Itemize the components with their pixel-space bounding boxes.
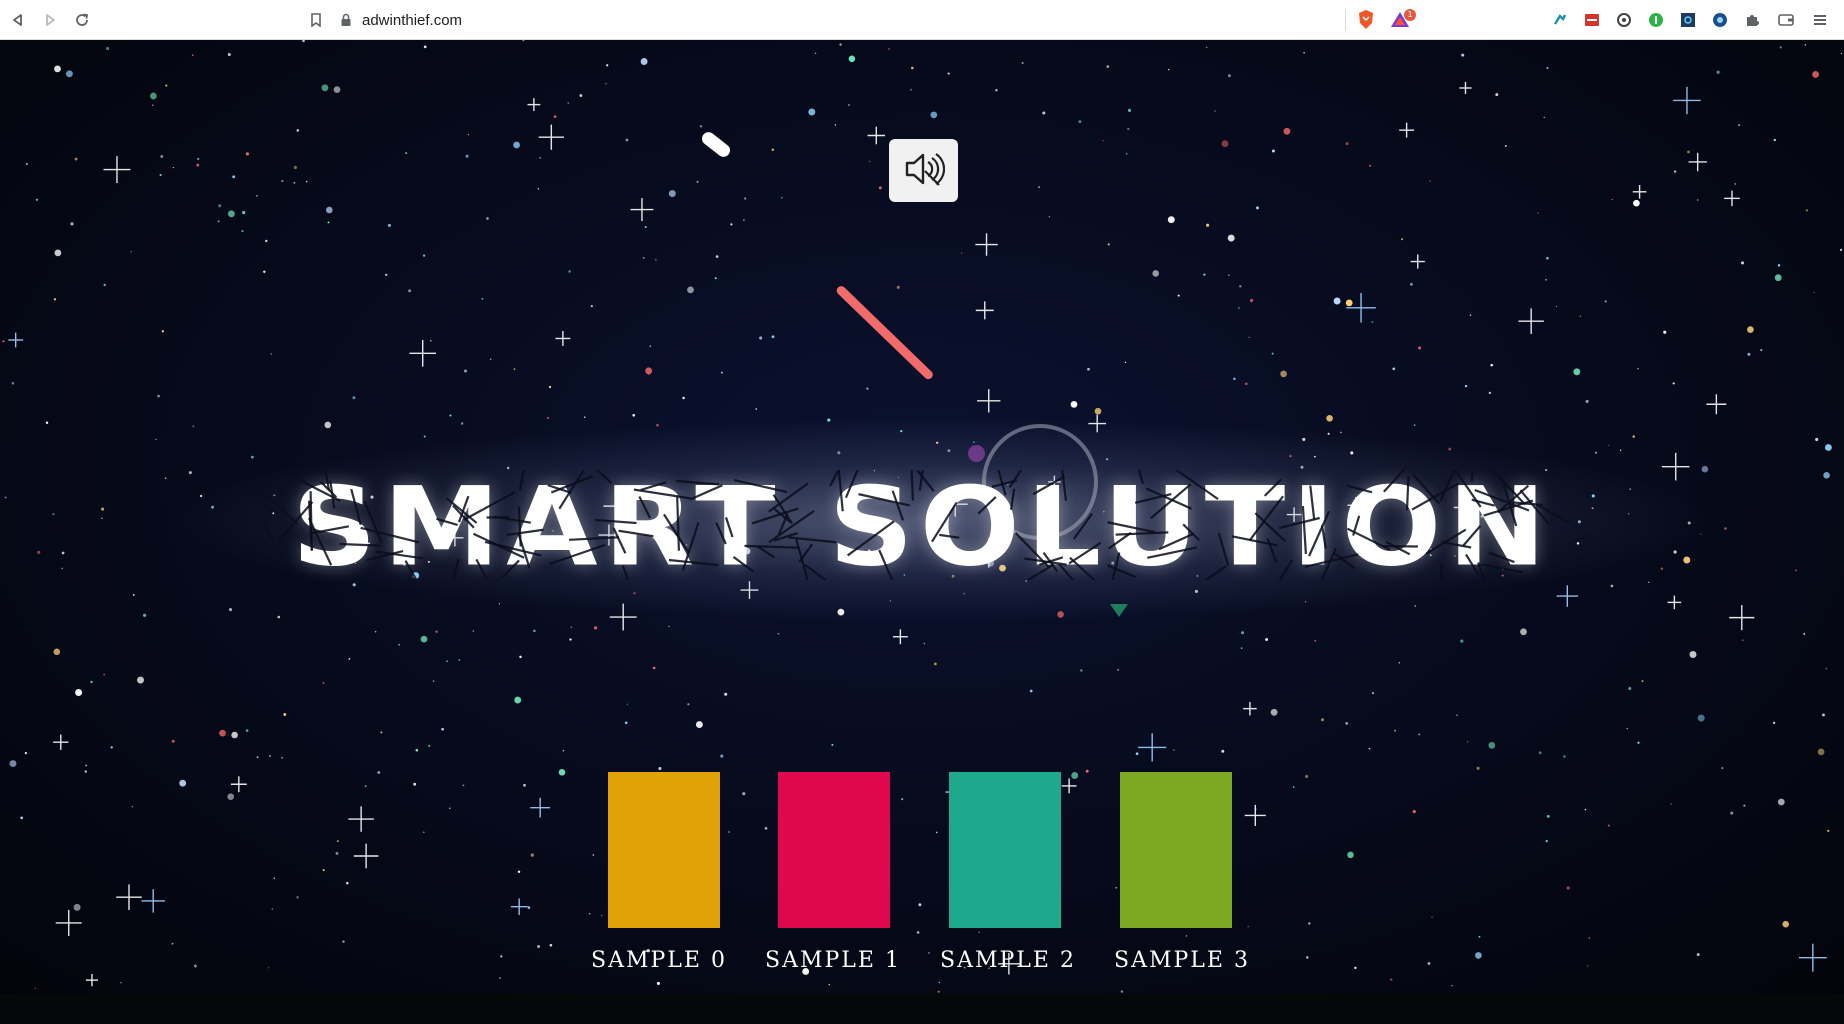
hero-title: SMART SOLUTION: [291, 463, 1553, 591]
back-arrow-icon[interactable]: [6, 8, 30, 32]
url-text[interactable]: adwinthief.com: [362, 12, 462, 29]
sample-label-1[interactable]: SAMPLE 1: [748, 948, 918, 973]
sample-card-2[interactable]: [949, 772, 1061, 928]
purple-dot-shape: [968, 445, 985, 462]
extension-icon-6[interactable]: [1710, 10, 1730, 30]
extension-icon-2[interactable]: [1582, 10, 1602, 30]
green-triangle-shape: [1110, 604, 1128, 617]
extension-icon-1[interactable]: [1550, 10, 1570, 30]
brave-shields-icon[interactable]: [1356, 8, 1376, 32]
mute-button[interactable]: [889, 139, 958, 202]
sample-card-0[interactable]: [608, 772, 720, 928]
speaker-muted-icon: [903, 149, 945, 193]
puzzle-icon[interactable]: [1742, 10, 1762, 30]
extension-icon-4[interactable]: [1646, 10, 1666, 30]
menu-icon[interactable]: [1810, 10, 1830, 30]
sample-card-1[interactable]: [778, 772, 890, 928]
rewards-badge: 1: [1404, 9, 1416, 21]
sample-label-2[interactable]: SAMPLE 2: [923, 948, 1093, 973]
wallet-icon[interactable]: [1776, 10, 1796, 30]
page-bottom-strip: [0, 994, 1844, 1024]
address-bar[interactable]: adwinthief.com: [340, 6, 1390, 34]
extension-icon-3[interactable]: [1614, 10, 1634, 30]
browser-toolbar: adwinthief.com 1: [0, 0, 1844, 40]
sample-label-3[interactable]: SAMPLE 3: [1097, 948, 1267, 973]
sample-label-0[interactable]: SAMPLE 0: [574, 948, 744, 973]
reload-icon[interactable]: [70, 8, 94, 32]
bookmark-icon[interactable]: [304, 8, 328, 32]
extension-icon-5[interactable]: [1678, 10, 1698, 30]
forward-arrow-icon[interactable]: [38, 8, 62, 32]
sample-card-3[interactable]: [1120, 772, 1232, 928]
toolbar-divider: [1345, 9, 1346, 31]
lock-icon: [340, 13, 354, 27]
